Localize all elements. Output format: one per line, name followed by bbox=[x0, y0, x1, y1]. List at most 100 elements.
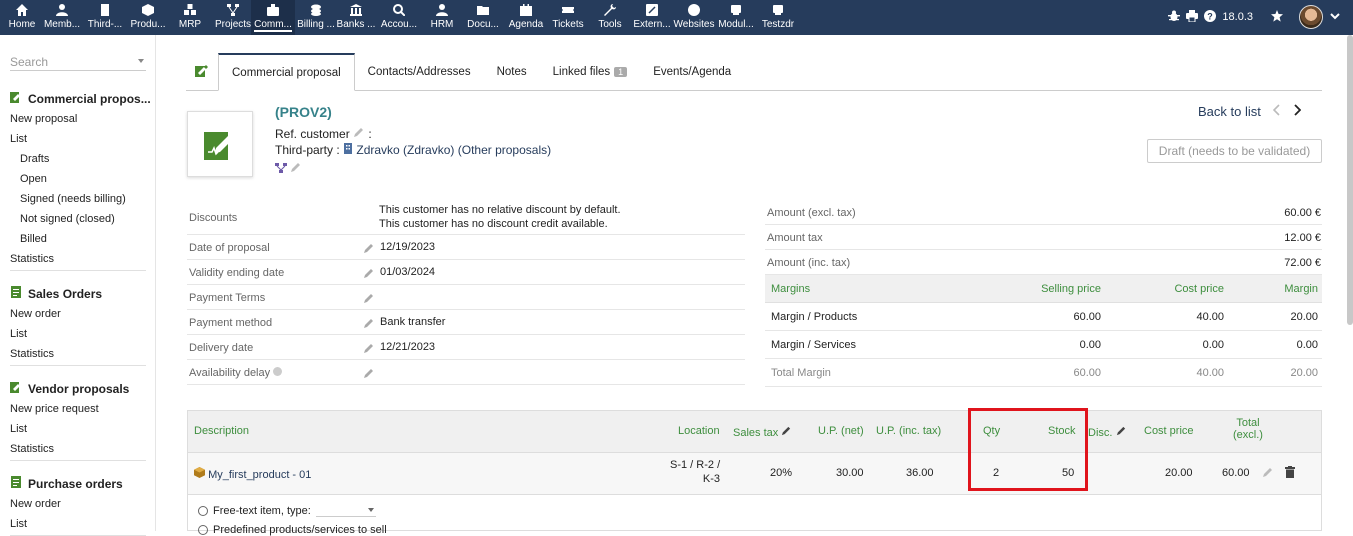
sidebar-item[interactable]: New order bbox=[10, 498, 61, 510]
topmenu-third[interactable]: Third-... bbox=[83, 0, 127, 35]
sidebar-item[interactable]: Not signed (closed) bbox=[20, 213, 115, 225]
topmenu-agenda[interactable]: Agenda bbox=[504, 0, 548, 35]
amount-row: Amount (inc. tax) 72.00 € bbox=[765, 250, 1322, 275]
tab-label: Notes bbox=[496, 65, 527, 78]
tab-label: Linked files bbox=[552, 65, 611, 78]
topmenu-label: Comm... bbox=[254, 19, 292, 32]
previous-arrow-icon[interactable] bbox=[1272, 104, 1281, 119]
chevron-down-icon[interactable] bbox=[1329, 10, 1341, 25]
pencil-icon[interactable] bbox=[363, 367, 375, 382]
info-icon bbox=[270, 367, 283, 379]
topmenu-label: Projects bbox=[214, 19, 252, 30]
sidebar-item[interactable]: New order bbox=[10, 308, 61, 320]
sidebar-item[interactable]: List bbox=[10, 518, 27, 530]
pencil-icon[interactable] bbox=[363, 242, 375, 257]
margin-row: Margin / Services 0.00 0.00 0.00 bbox=[765, 331, 1322, 359]
sidebar-section-title[interactable]: Commercial propos... bbox=[10, 91, 150, 106]
sidebar-item[interactable]: Signed (needs billing) bbox=[20, 193, 126, 205]
pencil-icon[interactable] bbox=[363, 317, 375, 332]
sidebar-item[interactable]: Statistics bbox=[10, 253, 54, 265]
pencil-icon[interactable] bbox=[363, 342, 375, 357]
trash-icon[interactable] bbox=[1285, 466, 1295, 481]
sidebar-section-title[interactable]: Vendor proposals bbox=[10, 381, 150, 396]
chevron-down-icon[interactable] bbox=[138, 59, 144, 63]
member-icon bbox=[56, 4, 68, 16]
print-icon[interactable] bbox=[1186, 9, 1199, 25]
help-icon[interactable]: ? bbox=[1204, 9, 1217, 25]
topmenu-banks[interactable]: Banks ... bbox=[334, 0, 378, 35]
tab-commercialproposal[interactable]: Commercial proposal bbox=[218, 53, 355, 91]
tab-notes[interactable]: Notes bbox=[484, 53, 540, 90]
star-bookmark-icon[interactable] bbox=[1271, 9, 1283, 25]
margins-header-cell: Margin bbox=[1284, 283, 1318, 295]
amount-row: Amount (excl. tax) 60.00 € bbox=[765, 200, 1322, 225]
margin-cell: 20.00 bbox=[1290, 367, 1318, 379]
next-arrow-icon[interactable] bbox=[1293, 104, 1302, 119]
pencil-icon[interactable] bbox=[363, 292, 375, 307]
sidebar-section-title[interactable]: Purchase orders bbox=[10, 476, 150, 491]
predefined-radio[interactable] bbox=[198, 525, 208, 535]
sidebar-item[interactable]: New price request bbox=[10, 403, 99, 415]
back-to-list-link[interactable]: Back to list bbox=[1198, 104, 1261, 119]
sidebar-item[interactable]: List bbox=[10, 133, 27, 145]
pencil-icon[interactable] bbox=[1116, 426, 1127, 439]
freetext-radio[interactable] bbox=[198, 505, 208, 516]
pencil-icon[interactable] bbox=[1262, 466, 1274, 481]
sidebar-item[interactable]: List bbox=[10, 423, 27, 435]
thirdparty-link[interactable]: Zdravko (Zdravko) bbox=[356, 143, 454, 157]
header-disc-label: Disc. bbox=[1088, 427, 1113, 439]
topmenu-testzdr[interactable]: Testzdr bbox=[756, 0, 800, 35]
topmenu-tools[interactable]: Tools bbox=[588, 0, 632, 35]
bug-icon[interactable] bbox=[1168, 10, 1181, 25]
topmenu-label: Billing ... bbox=[297, 19, 335, 30]
building-icon bbox=[343, 143, 353, 157]
info-value: Bank transfer bbox=[380, 316, 446, 328]
topmenu-docu[interactable]: Docu... bbox=[461, 0, 505, 35]
topmenu-label: Agenda bbox=[508, 19, 544, 30]
topmenu-billing[interactable]: Billing ... bbox=[294, 0, 338, 35]
user-avatar[interactable] bbox=[1299, 5, 1323, 29]
sidebar-item[interactable]: Statistics bbox=[10, 348, 54, 360]
topmenu-modul[interactable]: Modul... bbox=[714, 0, 758, 35]
topmenu-home[interactable]: Home bbox=[0, 0, 44, 35]
margin-cell: Total Margin bbox=[771, 367, 831, 379]
sidebar-section-label: Purchase orders bbox=[28, 476, 123, 491]
sidebar-section-title[interactable]: Sales Orders bbox=[10, 286, 150, 301]
tab-eventsagenda[interactable]: Events/Agenda bbox=[640, 53, 744, 90]
proposal-icon bbox=[10, 381, 22, 396]
topmenu-projects[interactable]: Projects bbox=[211, 0, 255, 35]
margin-cell: Margin / Products bbox=[771, 311, 858, 323]
project-icon[interactable] bbox=[275, 162, 287, 176]
pencil-icon[interactable] bbox=[353, 127, 365, 141]
tab-contactsaddresses[interactable]: Contacts/Addresses bbox=[355, 53, 484, 90]
pencil-icon[interactable] bbox=[290, 162, 302, 176]
count-badge: 1 bbox=[614, 66, 628, 77]
search-input[interactable]: Search bbox=[10, 55, 146, 71]
topmenu-accou[interactable]: Accou... bbox=[377, 0, 421, 35]
topmenu-produ[interactable]: Produ... bbox=[126, 0, 170, 35]
margin-cell: 0.00 bbox=[1296, 339, 1318, 351]
topmenu-memb[interactable]: Memb... bbox=[40, 0, 84, 35]
page-scrollbar[interactable] bbox=[1347, 35, 1353, 325]
topmenu-extern[interactable]: Extern... bbox=[630, 0, 674, 35]
topmenu-hrm[interactable]: HRM bbox=[420, 0, 464, 35]
topmenu-comm[interactable]: Comm... bbox=[251, 0, 295, 35]
freetext-type-select[interactable] bbox=[315, 504, 376, 517]
info-label: Validity ending date bbox=[189, 267, 285, 279]
topmenu-label: Tools bbox=[598, 19, 622, 30]
sidebar-item[interactable]: Billed bbox=[20, 233, 47, 245]
product-link[interactable]: My_first_product - 01 bbox=[208, 469, 311, 481]
sidebar-item[interactable]: Open bbox=[20, 173, 47, 185]
pencil-icon[interactable] bbox=[363, 267, 375, 282]
topmenu-websites[interactable]: Websites bbox=[672, 0, 716, 35]
pencil-icon[interactable] bbox=[781, 426, 792, 439]
sidebar-item[interactable]: List bbox=[10, 328, 27, 340]
sidebar-item[interactable]: New proposal bbox=[10, 113, 77, 125]
tab-linkedfiles[interactable]: Linked files 1 bbox=[540, 53, 641, 90]
topmenu-mrp[interactable]: MRP bbox=[168, 0, 212, 35]
sidebar-item[interactable]: Drafts bbox=[20, 153, 49, 165]
topmenu-tickets[interactable]: Tickets bbox=[546, 0, 590, 35]
other-proposals-link[interactable]: (Other proposals) bbox=[458, 143, 551, 157]
tab-label: Contacts/Addresses bbox=[367, 65, 471, 78]
sidebar-item[interactable]: Statistics bbox=[10, 443, 54, 455]
